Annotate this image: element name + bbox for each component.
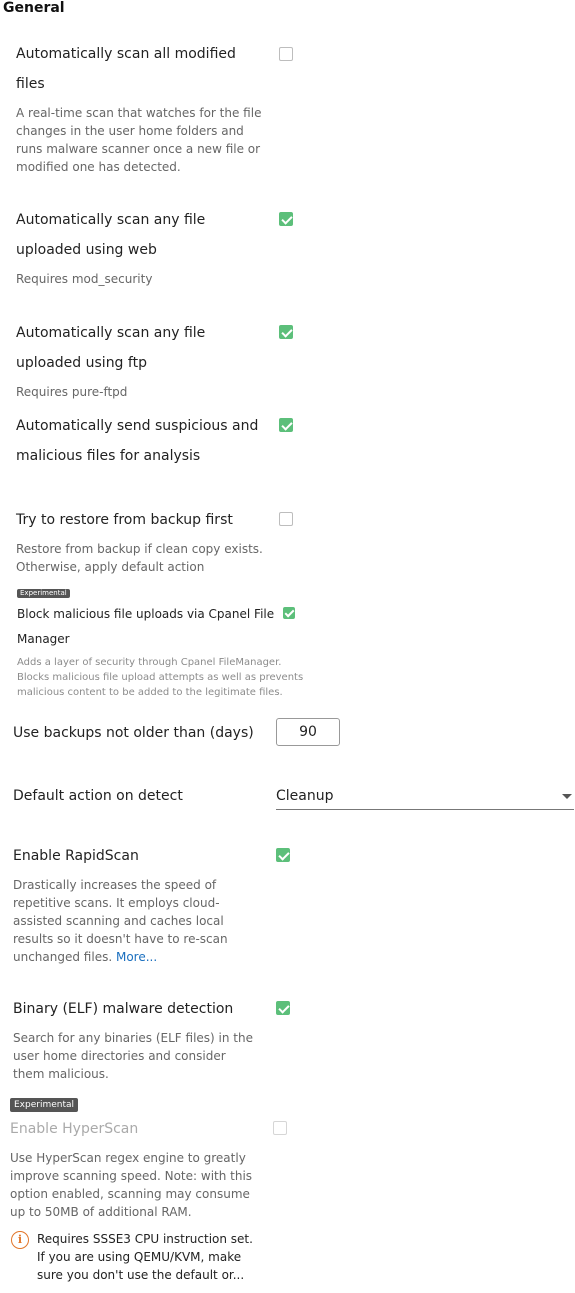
send-suspicious-label-2: malicious files for analysis — [16, 448, 201, 464]
rapidscan-label: Enable RapidScan — [13, 848, 139, 864]
restore-backup-desc: Restore from backup if clean copy exists… — [16, 542, 263, 574]
rapidscan-desc: Drastically increases the speed of repet… — [13, 878, 228, 964]
send-suspicious-checkbox[interactable] — [279, 418, 293, 432]
send-suspicious-label: Automatically send suspicious and — [16, 418, 259, 434]
hyperscan-desc: Use HyperScan regex engine to greatly im… — [10, 1151, 253, 1219]
elf-desc: Search for any binaries (ELF files) in t… — [13, 1031, 253, 1081]
block-uploads-checkbox[interactable] — [283, 607, 295, 619]
hyperscan-experimental-badge: Experimental — [10, 1098, 79, 1112]
block-uploads-label-2: Manager — [17, 632, 70, 646]
elf-label: Binary (ELF) malware detection — [13, 1001, 234, 1017]
scan-web-label: Automatically scan any file — [16, 212, 206, 228]
scan-web-checkbox[interactable] — [279, 212, 293, 226]
rapidscan-checkbox[interactable] — [276, 848, 290, 862]
info-circle-icon: i — [11, 1231, 29, 1249]
block-uploads-desc: Adds a layer of security through Cpanel … — [17, 657, 304, 698]
hyperscan-note: Requires SSSE3 CPU instruction set. If y… — [37, 1232, 253, 1282]
scan-modified-label-2: files — [16, 76, 45, 92]
restore-backup-checkbox[interactable] — [279, 512, 293, 526]
scan-ftp-checkbox[interactable] — [279, 325, 293, 339]
scan-modified-checkbox[interactable] — [279, 47, 293, 61]
rapidscan-more-link[interactable]: More... — [116, 950, 157, 964]
scan-modified-label: Automatically scan all modified — [16, 46, 236, 62]
backup-age-input[interactable]: 90 — [276, 718, 340, 746]
scan-ftp-label: Automatically scan any file — [16, 325, 206, 341]
default-action-value: Cleanup — [276, 788, 334, 804]
restore-backup-label: Try to restore from backup first — [16, 512, 233, 528]
scan-web-label-2: uploaded using web — [16, 242, 157, 258]
hyperscan-label: Enable HyperScan — [10, 1121, 139, 1137]
default-action-select[interactable]: Cleanup — [276, 784, 574, 810]
section-title: General — [3, 0, 65, 16]
default-action-label: Default action on detect — [13, 788, 183, 804]
scan-ftp-label-2: uploaded using ftp — [16, 355, 147, 371]
block-uploads-label: Block malicious file uploads via Cpanel … — [17, 607, 275, 621]
elf-checkbox[interactable] — [276, 1001, 290, 1015]
scan-ftp-desc: Requires pure-ftpd — [16, 385, 128, 399]
backup-age-label: Use backups not older than (days) — [13, 725, 254, 741]
scan-modified-desc: A real-time scan that watches for the fi… — [16, 106, 262, 174]
experimental-badge: Experimental — [17, 589, 70, 598]
chevron-down-icon — [562, 794, 572, 799]
scan-web-desc: Requires mod_security — [16, 272, 153, 286]
hyperscan-checkbox[interactable] — [273, 1121, 287, 1135]
